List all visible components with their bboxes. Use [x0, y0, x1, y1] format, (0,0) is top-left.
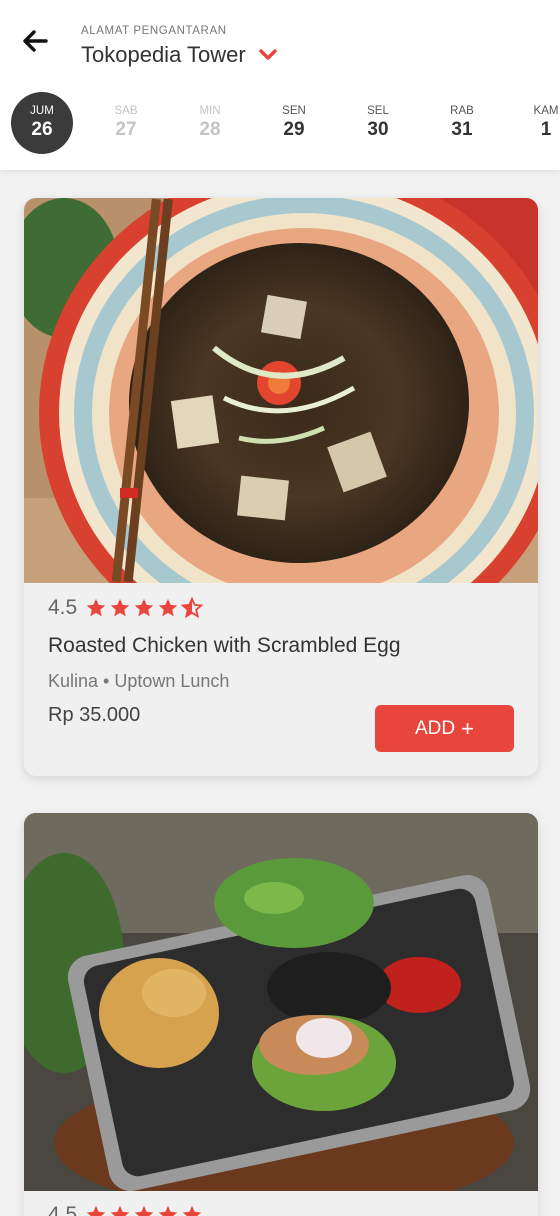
- star-rating: [85, 1204, 205, 1216]
- add-button-label: ADD: [415, 717, 456, 739]
- star-icon: [135, 1205, 154, 1216]
- arrow-left-icon: [23, 30, 48, 52]
- star-icon: [87, 1205, 106, 1216]
- star-icon: [159, 1205, 178, 1216]
- rating-value: 4.5: [48, 1203, 78, 1216]
- product-card[interactable]: 4.5 Roasted Chicken with Scrambled Egg K…: [24, 198, 538, 776]
- date-number: 27: [115, 119, 137, 140]
- date-day: SEN: [282, 105, 306, 117]
- date-number: 26: [31, 119, 53, 140]
- date-day: SEL: [367, 105, 389, 117]
- star-icon: [183, 1205, 202, 1216]
- plus-icon: +: [461, 715, 474, 741]
- product-rating: 4.5: [48, 1203, 205, 1216]
- address-label: ALAMAT PENGANTARAN: [81, 25, 227, 37]
- back-button[interactable]: [18, 24, 52, 58]
- rating-value: 4.5: [48, 596, 78, 619]
- date-item[interactable]: RAB 31: [431, 92, 493, 154]
- product-price: Rp 35.000: [48, 704, 141, 726]
- date-day: RAB: [450, 105, 474, 117]
- star-icon: [135, 598, 154, 617]
- product-card[interactable]: 4.5: [24, 813, 538, 1216]
- product-title: Roasted Chicken with Scrambled Egg: [48, 634, 401, 657]
- date-day: KAM: [533, 105, 559, 117]
- add-to-cart-button[interactable]: ADD +: [375, 705, 514, 752]
- date-item[interactable]: SAB 27: [95, 92, 157, 154]
- date-day: MIN: [199, 105, 221, 117]
- date-day: SAB: [114, 105, 138, 117]
- star-icon: [87, 598, 106, 617]
- date-item[interactable]: SEL 30: [347, 92, 409, 154]
- date-item[interactable]: SEN 29: [263, 92, 325, 154]
- date-number: 1: [540, 119, 552, 140]
- date-selector: JUM 26 SAB 27 MIN 28 SEN 29 SEL 30 RAB 31 KAM 1: [0, 92, 560, 154]
- date-number: 30: [367, 119, 389, 140]
- product-rating: 4.5: [48, 596, 205, 620]
- date-number: 29: [283, 119, 305, 140]
- food-photo-bento-box: [24, 813, 538, 1191]
- app-header: ALAMAT PENGANTARAN Tokopedia Tower JUM 26…: [0, 0, 560, 170]
- address-selector[interactable]: Tokopedia Tower: [81, 42, 278, 68]
- date-item[interactable]: MIN 28: [179, 92, 241, 154]
- star-icon: [111, 1205, 130, 1216]
- date-number: 31: [451, 119, 473, 140]
- chevron-down-icon: [258, 48, 278, 62]
- star-icon: [111, 598, 130, 617]
- product-vendor: Kulina • Uptown Lunch: [48, 671, 230, 691]
- date-item[interactable]: KAM 1: [515, 92, 560, 154]
- star-rating: [85, 597, 205, 619]
- food-photo-rice-plate: [24, 198, 538, 583]
- date-item[interactable]: JUM 26: [11, 92, 73, 154]
- address-value: Tokopedia Tower: [81, 42, 246, 67]
- star-icon: [159, 598, 178, 617]
- star-half-icon: [181, 597, 204, 619]
- date-number: 28: [199, 119, 221, 140]
- date-day: JUM: [30, 105, 54, 117]
